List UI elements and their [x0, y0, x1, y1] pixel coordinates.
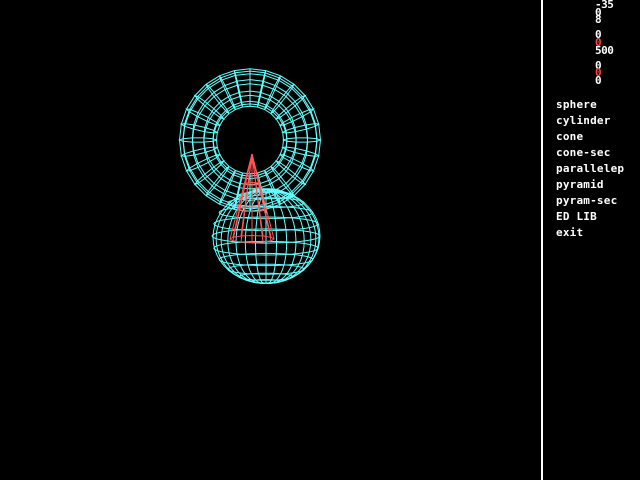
torus-section-line: [257, 70, 267, 108]
3d-viewport[interactable]: [0, 0, 541, 480]
torus-section-line: [218, 170, 236, 205]
torus-section-line: [233, 70, 243, 108]
menu-item-pyramid[interactable]: pyramid: [556, 177, 640, 193]
torus-section-line: [282, 137, 322, 143]
menu-item-sphere[interactable]: sphere: [556, 97, 640, 113]
param-value: 8: [595, 13, 602, 26]
side-panel: -35 0 8 0 0 500 0 0 0 sphere cylinder co…: [543, 0, 640, 480]
menu-item-parallelep[interactable]: parallelep: [556, 161, 640, 177]
menu-item-exit[interactable]: exit: [556, 225, 640, 241]
torus-wireframe: [178, 68, 322, 212]
torus-section-line: [218, 75, 236, 110]
torus-section-line: [264, 75, 282, 110]
menu-item-ed-lib[interactable]: ED LIB: [556, 209, 640, 225]
menu-item-cylinder[interactable]: cylinder: [556, 113, 640, 129]
scene-canvas: [178, 68, 322, 285]
menu-item-cone-sec[interactable]: cone-sec: [556, 145, 640, 161]
torus-section-line: [178, 137, 218, 143]
torus-section-line: [179, 146, 219, 157]
menu-item-cone[interactable]: cone: [556, 129, 640, 145]
param-value: 500: [595, 44, 614, 57]
menu-item-pyram-sec[interactable]: pyram-sec: [556, 193, 640, 209]
torus-section-line: [281, 123, 321, 134]
torus-section-line: [281, 146, 321, 157]
param-value: 0: [595, 74, 602, 87]
torus-section-line: [179, 123, 219, 134]
